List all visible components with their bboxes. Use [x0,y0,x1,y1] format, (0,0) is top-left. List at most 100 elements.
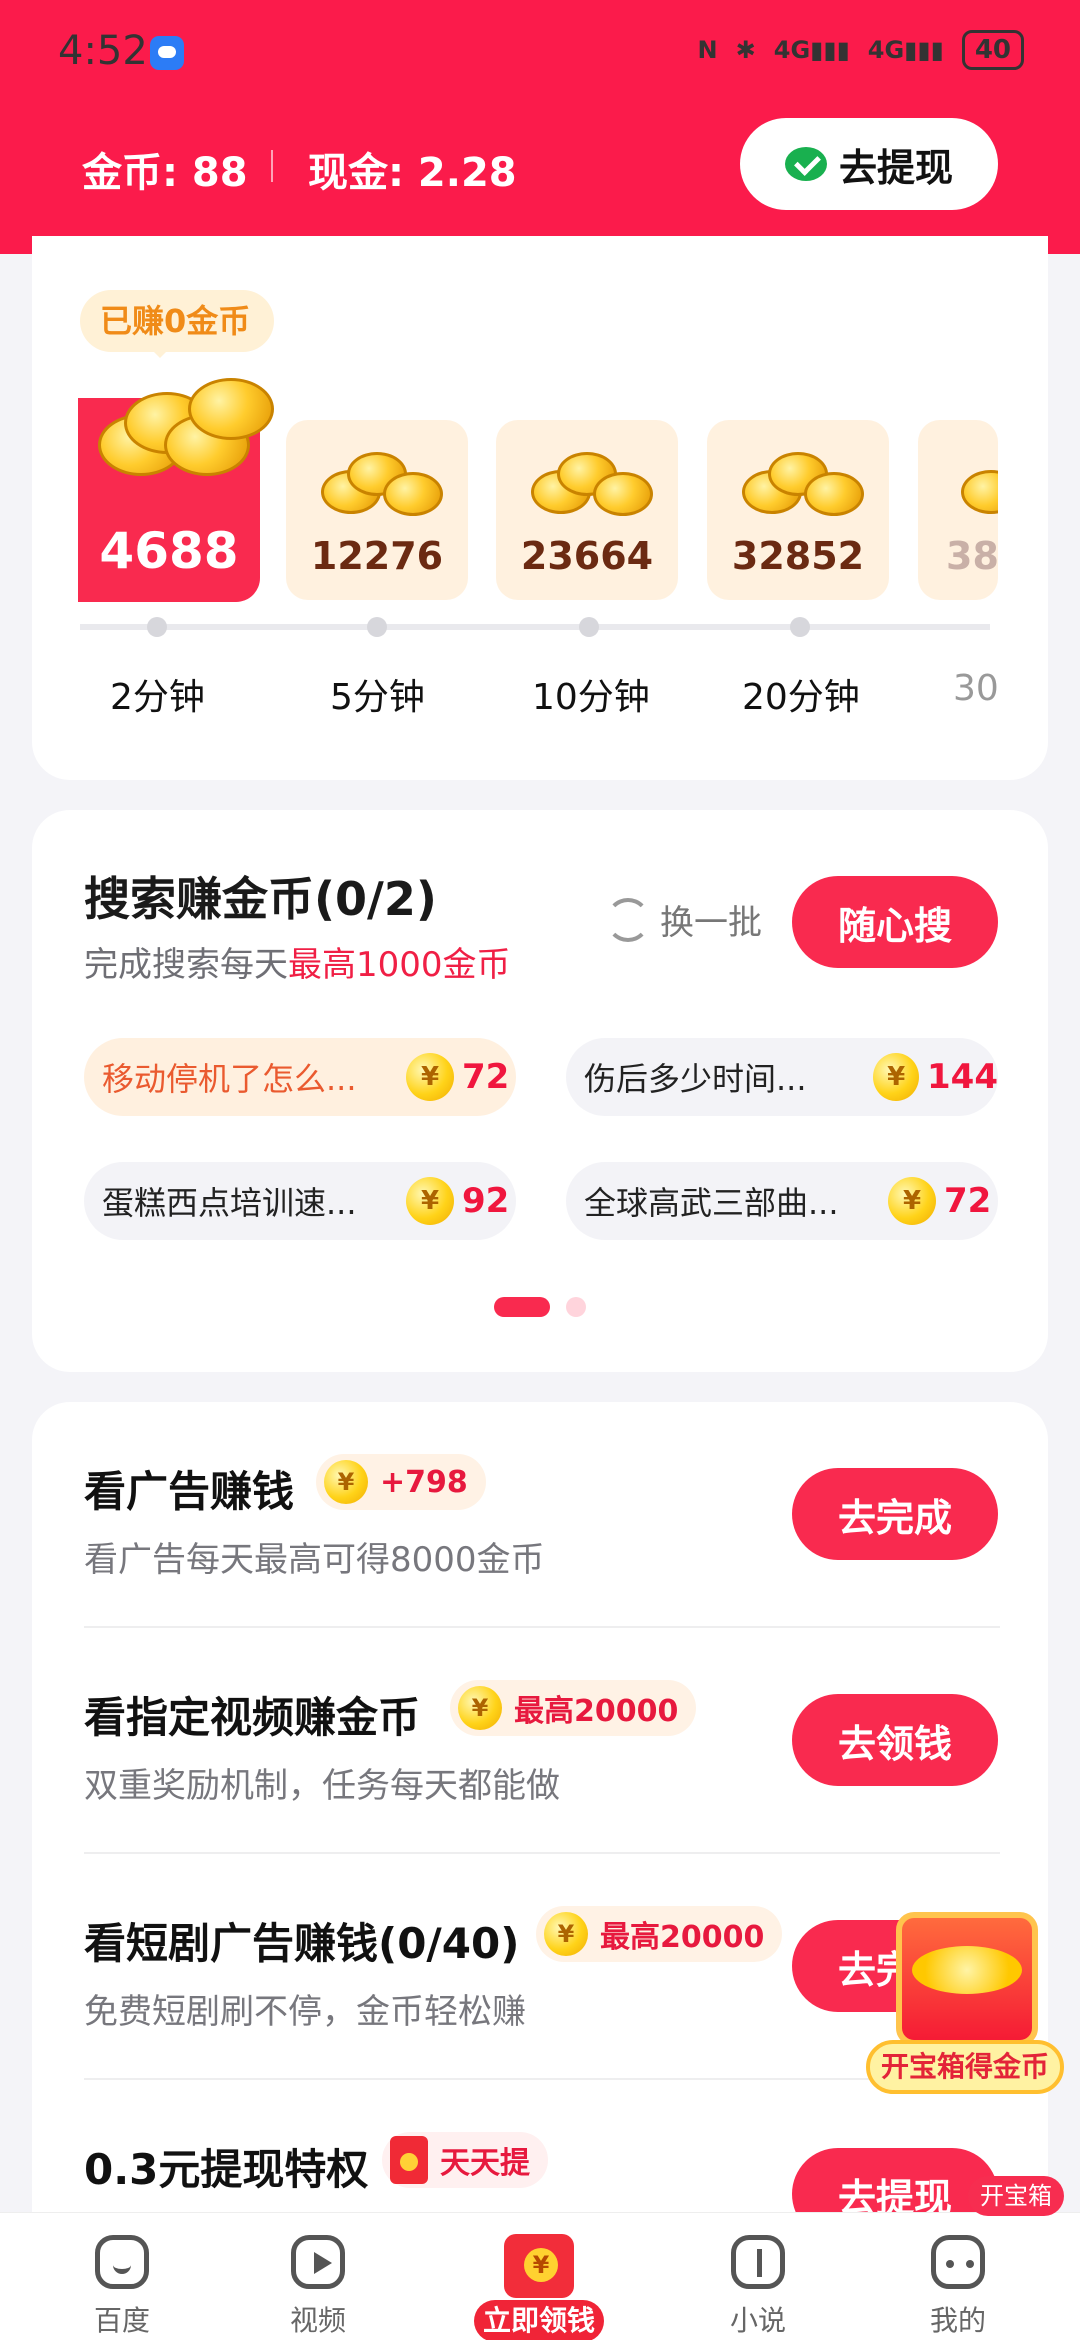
coin-stack-icon [732,440,867,530]
task-tag-label: 最高20000 [600,1920,765,1955]
task-subtitle: 看广告每天最高可得8000金币 [84,1540,545,1580]
progress-dot [579,617,599,637]
suggestion-label: 移动停机了怎么... [102,1060,357,1098]
profile-face-icon [931,2235,985,2289]
nav-video[interactable]: 视频 [258,2235,378,2339]
treasure-nav-badge: 开宝箱 [968,2176,1064,2216]
pager-active-dot [494,1297,550,1317]
coin-stack-icon [521,440,656,530]
earned-bubble: 已赚0金币 [80,290,275,358]
message-icon [150,36,184,70]
progress-dot [147,617,167,637]
reward-card-2min[interactable]: 4688 [78,378,274,602]
suggestion-label: 伤后多少时间... [584,1060,807,1098]
task-title: 0.3元提现特权 [84,2145,369,2194]
progress-dot [367,617,387,637]
baidu-smile-icon [95,2235,149,2289]
task-title: 看短剧广告赚钱(0/40) [84,1919,520,1968]
subtitle-prefix: 完成搜索每天 [84,945,288,985]
search-suggestion[interactable]: 移动停机了怎么... ¥ 72 [84,1038,516,1116]
task-tag: 天天提 [382,2132,548,2188]
refresh-label: 换一批 [660,903,762,943]
book-icon [731,2235,785,2289]
coin-stack-icon [311,440,446,530]
task-action-button[interactable]: 去领钱 [792,1694,998,1786]
suggestion-coins: 72 [462,1057,510,1097]
yuan-coin-icon: ¥ [406,1053,454,1101]
withdraw-label: 去提现 [838,145,953,190]
signal-icon-2: 4G▮▮▮ [867,36,944,64]
refresh-button[interactable]: 换一批 [606,895,762,944]
search-suggestion[interactable]: 全球高武三部曲... ¥ 72 [566,1162,998,1240]
bluetooth-icon: ✱ [735,36,756,64]
withdraw-button[interactable]: 去提现 [740,118,998,210]
suggestion-label: 蛋糕西点培训速... [102,1184,357,1222]
status-icons: N ✱ 4G▮▮▮ 4G▮▮▮ 40 [698,30,1024,70]
pager-dot [566,1297,586,1317]
reward-card-30min[interactable]: 38 [918,420,998,600]
reward-card-10min[interactable]: 23664 [496,420,678,600]
search-button[interactable]: 随心搜 [792,876,998,968]
nav-label: 视频 [289,2304,346,2337]
yuan-coin-icon: ¥ [888,1177,936,1225]
red-envelope-icon [504,2234,574,2298]
task-tag-label: +798 [380,1464,468,1500]
task-subtitle: 免费短剧刷不停，金币轻松赚 [84,1992,526,2032]
top-header: 4:52 N ✱ 4G▮▮▮ 4G▮▮▮ 40 金币: 88 现金: 2.28 … [0,0,1080,254]
nfc-icon: N [697,36,718,64]
suggestion-label: 全球高武三部曲... [584,1184,839,1222]
treasure-chest-icon [896,1912,1038,2046]
progress-track [80,624,990,630]
nav-claim-money[interactable]: 立即领钱 [474,2222,604,2340]
yuan-coin-icon: ¥ [873,1053,920,1101]
yuan-coin-icon: ¥ [544,1912,588,1956]
task-subtitle: 双重奖励机制，任务每天都能做 [84,1766,560,1806]
divider [84,1626,1000,1628]
treasure-chest-widget[interactable]: 开宝箱得金币 [866,1890,1066,2100]
nav-label: 小说 [729,2304,786,2337]
suggestion-coins: 72 [944,1181,992,1221]
search-suggestion[interactable]: 伤后多少时间... ¥ 144 [566,1038,998,1116]
task-tag: ¥ 最高20000 [536,1906,783,1962]
reward-amount: 23664 [520,534,654,578]
search-subtitle: 完成搜索每天最高1000金币 [84,937,511,986]
task-action-button[interactable]: 去完成 [792,1468,998,1560]
yuan-coin-icon: ¥ [324,1460,368,1504]
nav-novel[interactable]: 小说 [698,2235,818,2339]
task-tag: ¥ 最高20000 [450,1680,697,1736]
task-title: 看广告赚钱 [84,1467,295,1516]
play-icon [291,2235,345,2289]
status-time: 4:52 [58,28,148,74]
subtitle-highlight: 最高1000金币 [288,945,511,985]
divider [84,2078,1000,2080]
cash-balance: 现金: 2.28 [308,150,517,196]
time-label: 30 [953,668,999,709]
task-tag: ¥ +798 [316,1454,486,1510]
coin-balance: 金币: 88 [82,150,248,196]
refresh-icon [606,897,650,942]
reward-card-20min[interactable]: 32852 [707,420,889,600]
reward-card-5min[interactable]: 12276 [286,420,468,600]
wechat-icon [784,147,827,181]
signal-icon: 4G▮▮▮ [773,36,850,64]
time-label: 5分钟 [330,677,425,718]
nav-center-label: 立即领钱 [474,2300,604,2340]
suggestion-coins: 144 [927,1057,998,1097]
time-label: 2分钟 [110,677,205,718]
nav-baidu[interactable]: 百度 [62,2235,182,2339]
search-suggestion[interactable]: 蛋糕西点培训速... ¥ 92 [84,1162,516,1240]
yuan-coin-icon: ¥ [458,1686,502,1730]
coin-stack-icon [68,358,274,508]
battery-icon: 40 [961,30,1024,70]
treasure-label: 开宝箱得金币 [866,2040,1064,2094]
reward-amount: 4688 [99,522,239,580]
nav-label: 我的 [929,2304,986,2337]
time-label: 20分钟 [742,677,860,718]
nav-mine[interactable]: 我的 [898,2235,1018,2339]
reward-amount: 12276 [310,534,444,578]
search-title: 搜索赚金币(0/2) [84,872,437,926]
task-tag-label: 天天提 [440,2146,530,2181]
balance-divider [271,150,273,182]
progress-dot [790,617,810,637]
red-envelope-icon [390,2136,428,2184]
